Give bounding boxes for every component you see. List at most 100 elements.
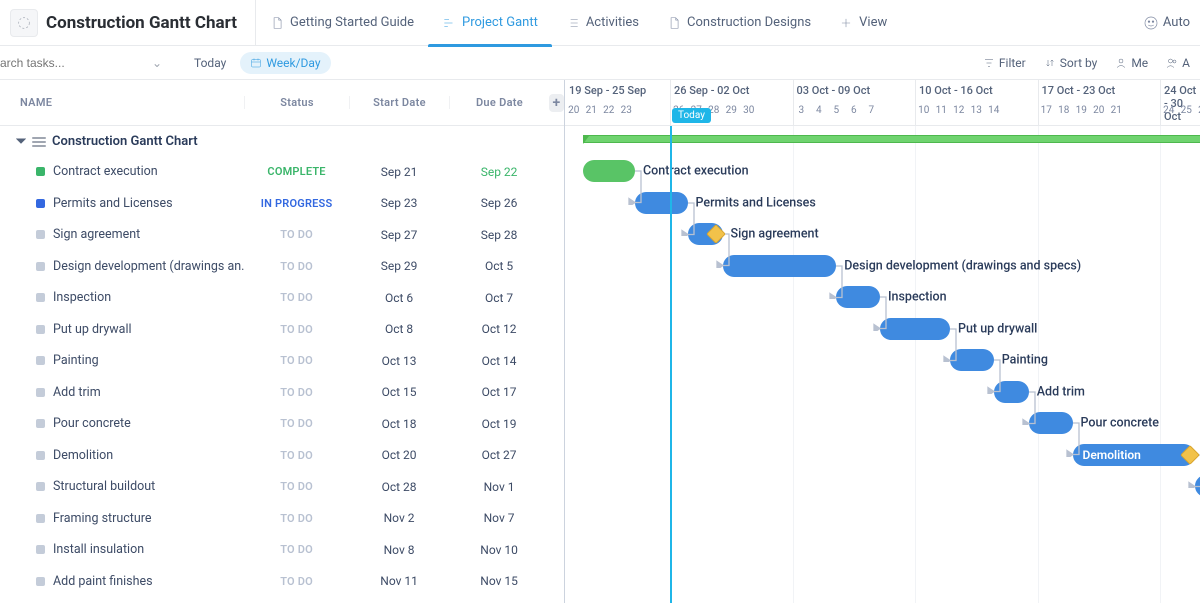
task-name: Design development (drawings an... [53, 259, 244, 274]
search-wrapper[interactable]: ⌄ [0, 46, 170, 79]
zoom-button[interactable]: Week/Day [240, 52, 330, 74]
gantt-bar-label: Add trim [1037, 384, 1085, 399]
gantt-bar-label: Painting [1002, 353, 1048, 368]
col-add[interactable]: + [549, 94, 564, 112]
task-row[interactable]: Framing structure TO DONov 2Nov 7 [0, 503, 564, 535]
today-button[interactable]: Today [184, 52, 236, 74]
task-start[interactable]: Oct 28 [349, 480, 449, 494]
task-row[interactable]: Contract executionCOMPLETESep 21Sep 22 [0, 156, 564, 188]
task-status[interactable]: TO DO [244, 323, 349, 336]
task-row[interactable]: PaintingTO DOOct 13Oct 14 [0, 345, 564, 377]
task-row[interactable]: Permits and LicensesIN PROGRESSSep 23Sep… [0, 188, 564, 220]
task-row[interactable]: InspectionTO DOOct 6Oct 7 [0, 282, 564, 314]
task-status[interactable]: TO DO [244, 386, 349, 399]
gantt-bar[interactable]: Contract execution [583, 160, 636, 182]
app-icon[interactable] [10, 9, 38, 37]
task-due[interactable]: Oct 14 [449, 354, 549, 368]
search-expand-icon[interactable]: ⌄ [152, 56, 162, 70]
day-label: 17 [1038, 105, 1056, 116]
task-status[interactable]: TO DO [244, 228, 349, 241]
task-start[interactable]: Oct 18 [349, 417, 449, 431]
gantt-bar[interactable]: Demolition [1073, 444, 1196, 466]
task-status[interactable]: TO DO [244, 354, 349, 367]
gantt-bar[interactable]: Structural buildout [1195, 475, 1200, 497]
task-start[interactable]: Sep 23 [349, 196, 449, 210]
gantt-bar[interactable]: Permits and Licenses [635, 192, 688, 214]
task-row[interactable]: Design development (drawings an...TO DOS… [0, 251, 564, 283]
task-row[interactable]: Add trim TO DOOct 15Oct 17 [0, 377, 564, 409]
sort-button[interactable]: Sort by [1044, 56, 1098, 70]
status-bullet [36, 514, 45, 523]
col-name[interactable]: NAME [0, 96, 244, 109]
task-row[interactable]: Sign agreementTO DOSep 27Sep 28 [0, 219, 564, 251]
day-label: 13 [968, 105, 986, 116]
task-start[interactable]: Oct 6 [349, 291, 449, 305]
gantt-bar[interactable]: Inspection [836, 286, 880, 308]
task-name: Add trim [53, 385, 101, 400]
task-start[interactable]: Sep 21 [349, 165, 449, 179]
task-row[interactable]: Pour concreteTO DOOct 18Oct 19 [0, 408, 564, 440]
task-due[interactable]: Oct 27 [449, 448, 549, 462]
search-input[interactable] [0, 56, 120, 70]
task-due[interactable]: Nov 15 [449, 574, 549, 588]
gantt-bar[interactable]: Painting [950, 349, 994, 371]
task-status[interactable]: TO DO [244, 575, 349, 588]
task-status[interactable]: COMPLETE [244, 165, 349, 178]
assignee-button[interactable]: A [1166, 56, 1190, 70]
tab-view[interactable]: View [825, 0, 901, 46]
task-start[interactable]: Nov 2 [349, 511, 449, 525]
task-start[interactable]: Nov 8 [349, 543, 449, 557]
task-start[interactable]: Oct 8 [349, 322, 449, 336]
task-due[interactable]: Oct 7 [449, 291, 549, 305]
task-start[interactable]: Oct 20 [349, 448, 449, 462]
filter-button[interactable]: Filter [983, 56, 1026, 70]
task-status[interactable]: IN PROGRESS [244, 197, 349, 210]
task-start[interactable]: Sep 29 [349, 259, 449, 273]
task-status[interactable]: TO DO [244, 480, 349, 493]
task-status[interactable]: TO DO [244, 260, 349, 273]
task-start[interactable]: Nov 11 [349, 574, 449, 588]
task-due[interactable]: Nov 1 [449, 480, 549, 494]
status-bullet [36, 356, 45, 365]
col-status[interactable]: Status [244, 96, 349, 109]
project-row[interactable]: Construction Gantt Chart [0, 126, 564, 156]
task-row[interactable]: Add paint finishesTO DONov 11Nov 15 [0, 566, 564, 598]
summary-bar[interactable] [583, 135, 1200, 143]
task-row[interactable]: DemolitionTO DOOct 20Oct 27 [0, 440, 564, 472]
task-due[interactable]: Sep 28 [449, 228, 549, 242]
task-due[interactable]: Oct 17 [449, 385, 549, 399]
task-due[interactable]: Nov 7 [449, 511, 549, 525]
task-status[interactable]: TO DO [244, 417, 349, 430]
task-status[interactable]: TO DO [244, 291, 349, 304]
task-start[interactable]: Oct 15 [349, 385, 449, 399]
task-status[interactable]: TO DO [244, 512, 349, 525]
tab-getting-started-guide[interactable]: Getting Started Guide [256, 0, 428, 46]
task-row[interactable]: Install insulationTO DONov 8Nov 10 [0, 534, 564, 566]
timeline-body[interactable]: TodayContract executionPermits and Licen… [565, 126, 1200, 603]
task-due[interactable]: Oct 19 [449, 417, 549, 431]
tab-construction-designs[interactable]: Construction Designs [653, 0, 825, 46]
tab-activities[interactable]: Activities [552, 0, 653, 46]
task-due[interactable]: Nov 10 [449, 543, 549, 557]
gantt-bar[interactable]: Put up drywall [880, 318, 950, 340]
task-row[interactable]: Put up drywallTO DOOct 8Oct 12 [0, 314, 564, 346]
automate-button[interactable]: Auto [1139, 9, 1194, 37]
task-start[interactable]: Sep 27 [349, 228, 449, 242]
tab-project-gantt[interactable]: Project Gantt [428, 0, 552, 46]
gantt-bar[interactable]: Add trim [994, 381, 1029, 403]
me-button[interactable]: Me [1115, 56, 1148, 70]
task-due[interactable]: Sep 26 [449, 196, 549, 210]
task-status[interactable]: TO DO [244, 449, 349, 462]
task-due[interactable]: Sep 22 [449, 165, 549, 179]
task-start[interactable]: Oct 13 [349, 354, 449, 368]
gantt-bar[interactable]: Pour concrete [1029, 412, 1073, 434]
col-due[interactable]: Due Date [449, 96, 549, 109]
task-row[interactable]: Structural buildoutTO DOOct 28Nov 1 [0, 471, 564, 503]
task-status[interactable]: TO DO [244, 543, 349, 556]
gantt-bar[interactable]: Design development (drawings and specs) [723, 255, 837, 277]
gantt-timeline[interactable]: 19 Sep - 25 Sep26 Sep - 02 Oct03 Oct - 0… [565, 80, 1200, 603]
task-due[interactable]: Oct 5 [449, 259, 549, 273]
col-start[interactable]: Start Date [349, 96, 449, 109]
task-name: Framing structure [53, 511, 152, 526]
task-due[interactable]: Oct 12 [449, 322, 549, 336]
